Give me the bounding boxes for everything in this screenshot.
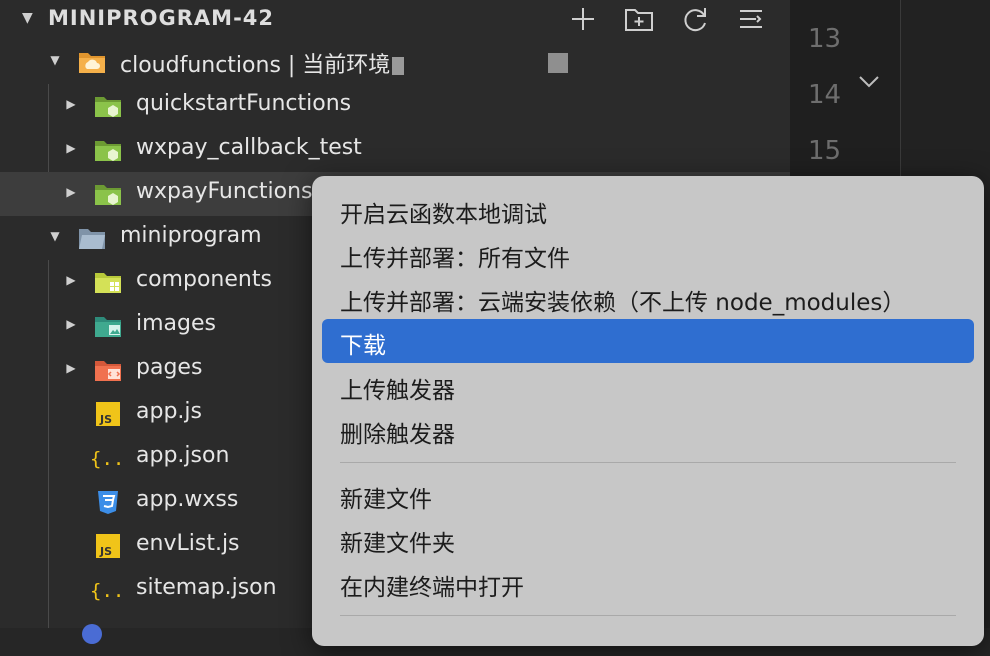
menu-item-label: 新建文件夹 xyxy=(340,531,455,557)
chevron-right-icon[interactable]: ▶ xyxy=(64,317,78,331)
collapse-all-button[interactable] xyxy=(732,4,770,34)
menu-item-new-folder[interactable]: 新建文件夹 xyxy=(322,517,974,561)
chevron-right-icon[interactable]: ▶ xyxy=(64,361,78,375)
menu-separator xyxy=(340,462,956,463)
chevron-down-icon[interactable]: ▼ xyxy=(48,229,62,243)
cloud-folder-icon xyxy=(79,53,105,73)
svg-text:JS: JS xyxy=(99,413,112,426)
tree-item-label: pages xyxy=(136,355,203,380)
javascript-file-icon: JS xyxy=(96,534,120,558)
line-number: 13 xyxy=(808,24,842,54)
line-number: 15 xyxy=(808,136,842,166)
menu-item-label: 上传触发器 xyxy=(340,378,455,404)
tree-item-label: wxpayFunctions xyxy=(136,179,313,204)
cloud-function-folder-icon xyxy=(95,141,121,161)
folder-open-icon xyxy=(79,229,105,249)
refresh-icon xyxy=(684,8,706,32)
tree-item-label: wxpay_callback_test xyxy=(136,135,362,160)
line-number: 14 xyxy=(808,80,842,110)
images-folder-icon xyxy=(95,317,121,337)
tree-item-wxpay-callback-test[interactable]: ▶ wxpay_callback_test xyxy=(0,128,790,172)
explorer-header: ▼ MINIPROGRAM-42 xyxy=(0,0,790,40)
chevron-down-icon[interactable]: ▼ xyxy=(48,53,62,67)
tree-item-label: cloudfunctions | 当前环境 xyxy=(120,47,405,79)
cloudfunctions-label: cloudfunctions | 当前环境 xyxy=(120,53,391,78)
cloud-function-folder-icon xyxy=(95,185,121,205)
collapse-icon xyxy=(740,10,762,28)
chevron-down-icon[interactable]: ▼ xyxy=(22,10,33,26)
chevron-right-icon[interactable]: ▶ xyxy=(64,141,78,155)
css-file-icon xyxy=(98,491,118,514)
tree-item-cloudfunctions[interactable]: ▼ cloudfunctions | 当前环境 xyxy=(0,40,790,84)
menu-item-download[interactable]: 下载 xyxy=(322,319,974,363)
cloud-function-folder-icon xyxy=(95,97,121,117)
json-file-icon: {..} xyxy=(90,448,126,470)
explorer-actions xyxy=(564,4,770,34)
context-menu: 开启云函数本地调试 上传并部署：所有文件 上传并部署：云端安装依赖（不上传 no… xyxy=(312,176,984,646)
menu-item-label: 在内建终端中打开 xyxy=(340,575,524,601)
menu-item-label: 开启云函数本地调试 xyxy=(340,202,547,228)
menu-item-upload-trigger[interactable]: 上传触发器 xyxy=(322,364,974,408)
javascript-file-icon: JS xyxy=(96,402,120,426)
menu-item-label: 下载 xyxy=(340,333,386,359)
plus-icon xyxy=(572,8,594,30)
tree-item-label: envList.js xyxy=(136,531,240,556)
redacted-block xyxy=(392,57,405,75)
refresh-button[interactable] xyxy=(676,4,714,34)
pages-folder-icon xyxy=(95,361,121,381)
project-title[interactable]: MINIPROGRAM-42 xyxy=(48,6,274,30)
menu-item-label: 删除触发器 xyxy=(340,422,455,448)
menu-item-label: 上传并部署：云端安装依赖（不上传 node_modules） xyxy=(340,290,906,316)
menu-item-upload-cloud-deps[interactable]: 上传并部署：云端安装依赖（不上传 node_modules） xyxy=(322,276,974,320)
tree-item-quickstartFunctions[interactable]: ▶ quickstartFunctions xyxy=(0,84,790,128)
json-file-icon: {..} xyxy=(90,580,126,602)
tree-item-label: components xyxy=(136,267,272,292)
tree-item-label: miniprogram xyxy=(120,223,262,248)
chevron-right-icon[interactable]: ▶ xyxy=(64,185,78,199)
stop-icon[interactable] xyxy=(548,53,568,73)
menu-item-delete-trigger[interactable]: 删除触发器 xyxy=(322,408,974,452)
new-folder-button[interactable] xyxy=(620,4,658,34)
tree-item-label: app.wxss xyxy=(136,487,239,512)
tree-item-label: images xyxy=(136,311,216,336)
svg-text:{..}: {..} xyxy=(90,580,126,602)
svg-text:JS: JS xyxy=(99,545,112,558)
menu-item-label: 上传并部署：所有文件 xyxy=(340,246,570,272)
svg-text:{..}: {..} xyxy=(90,448,126,470)
new-file-button[interactable] xyxy=(564,4,602,34)
tree-item-label: quickstartFunctions xyxy=(136,91,352,116)
tree-item-label: app.js xyxy=(136,399,202,424)
chevron-right-icon[interactable]: ▶ xyxy=(64,273,78,287)
menu-item-new-file[interactable]: 新建文件 xyxy=(322,473,974,517)
menu-separator xyxy=(340,615,956,616)
fold-chevron-icon[interactable] xyxy=(858,74,880,90)
chevron-right-icon[interactable]: ▶ xyxy=(64,97,78,111)
tree-item-label: app.json xyxy=(136,443,230,468)
tree-item-label: sitemap.json xyxy=(136,575,277,600)
menu-item-upload-all[interactable]: 上传并部署：所有文件 xyxy=(322,232,974,276)
menu-item-label: 新建文件 xyxy=(340,487,432,513)
menu-item-open-terminal[interactable]: 在内建终端中打开 xyxy=(322,561,974,605)
menu-item-local-debug[interactable]: 开启云函数本地调试 xyxy=(322,188,974,232)
file-icon xyxy=(82,624,102,644)
folder-plus-icon xyxy=(625,9,653,31)
components-folder-icon xyxy=(95,273,121,293)
